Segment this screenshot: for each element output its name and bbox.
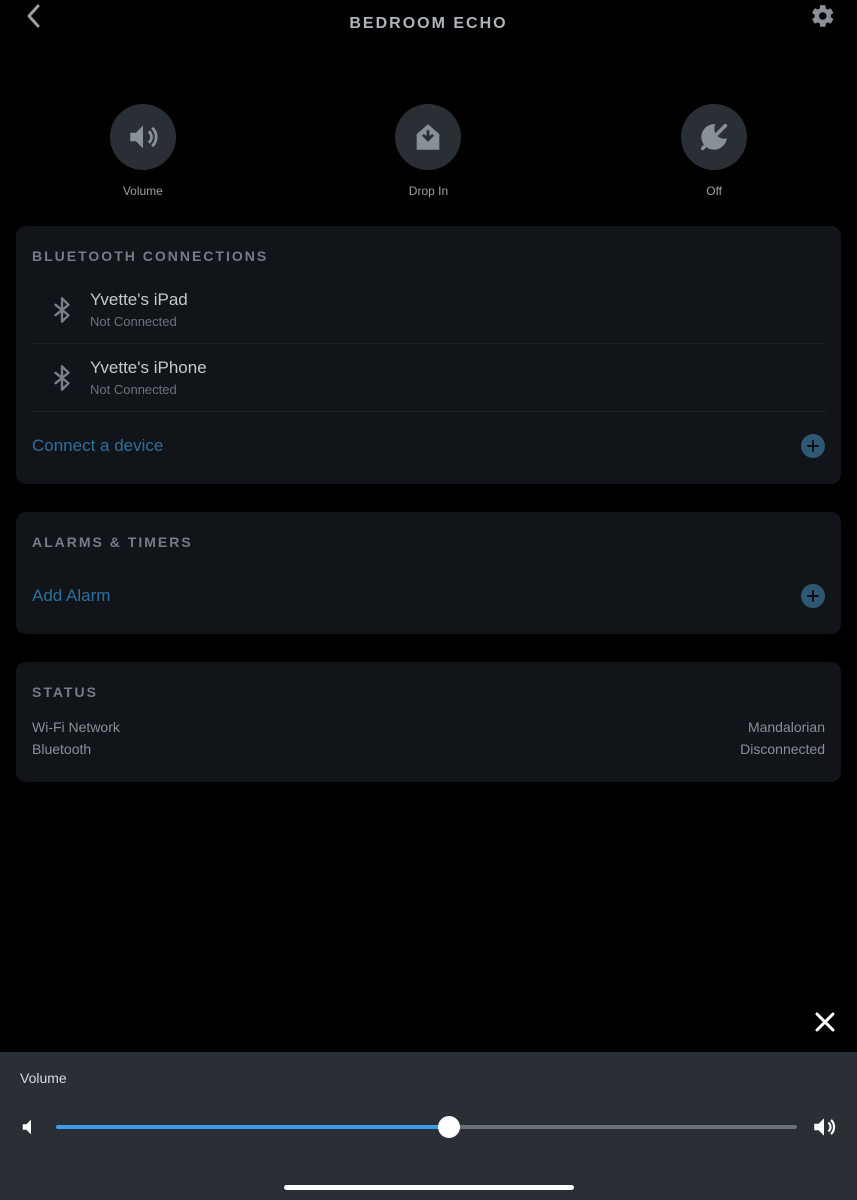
bluetooth-device-name: Yvette's iPad (90, 290, 188, 310)
close-icon (814, 1011, 836, 1033)
dropin-quick-action[interactable]: Drop In (328, 104, 528, 198)
alarms-card: ALARMS & TIMERS Add Alarm (16, 512, 841, 634)
bluetooth-icon (54, 297, 70, 323)
bluetooth-device-row[interactable]: Yvette's iPad Not Connected (32, 276, 825, 344)
do-not-disturb-icon (697, 120, 731, 154)
bluetooth-card: BLUETOOTH CONNECTIONS Yvette's iPad Not … (16, 226, 841, 484)
volume-low-icon (20, 1116, 42, 1138)
volume-slider-thumb[interactable] (438, 1116, 460, 1138)
dnd-quick-action[interactable]: Off (614, 104, 814, 198)
status-label: Wi-Fi Network (32, 719, 120, 735)
page-title: BEDROOM ECHO (349, 15, 507, 33)
bluetooth-device-status: Not Connected (90, 314, 188, 329)
settings-button[interactable] (809, 2, 837, 30)
add-alarm-button[interactable]: Add Alarm (16, 562, 841, 634)
add-alarm-label: Add Alarm (32, 586, 110, 606)
bluetooth-device-name: Yvette's iPhone (90, 358, 207, 378)
volume-quick-action[interactable]: Volume (43, 104, 243, 198)
volume-icon (126, 120, 160, 154)
volume-high-icon (811, 1114, 837, 1140)
connect-device-label: Connect a device (32, 436, 163, 456)
volume-panel: Volume (0, 1052, 857, 1200)
volume-slider-fill (56, 1125, 449, 1129)
drop-in-icon (411, 120, 445, 154)
status-row-wifi: Wi-Fi Network Mandalorian (32, 716, 825, 738)
close-volume-panel-button[interactable] (811, 1008, 839, 1036)
home-indicator[interactable] (284, 1185, 574, 1190)
volume-slider[interactable] (56, 1125, 797, 1129)
volume-panel-title: Volume (20, 1070, 837, 1086)
alarms-section-title: ALARMS & TIMERS (16, 512, 841, 562)
plus-icon (801, 434, 825, 458)
bluetooth-device-row[interactable]: Yvette's iPhone Not Connected (32, 344, 825, 412)
bluetooth-device-status: Not Connected (90, 382, 207, 397)
chevron-left-icon (25, 3, 43, 29)
circle-bg (110, 104, 176, 170)
dropin-quick-label: Drop In (409, 184, 448, 198)
plus-icon (801, 584, 825, 608)
status-card: STATUS Wi-Fi Network Mandalorian Bluetoo… (16, 662, 841, 782)
dnd-quick-label: Off (706, 184, 722, 198)
status-label: Bluetooth (32, 741, 91, 757)
bluetooth-section-title: BLUETOOTH CONNECTIONS (16, 226, 841, 276)
status-value: Disconnected (740, 741, 825, 757)
volume-quick-label: Volume (123, 184, 163, 198)
bluetooth-icon (54, 365, 70, 391)
connect-device-button[interactable]: Connect a device (16, 412, 841, 484)
gear-icon (810, 3, 836, 29)
circle-bg (395, 104, 461, 170)
back-button[interactable] (20, 2, 48, 30)
status-section-title: STATUS (16, 662, 841, 712)
status-value: Mandalorian (748, 719, 825, 735)
status-row-bluetooth: Bluetooth Disconnected (32, 738, 825, 760)
circle-bg (681, 104, 747, 170)
